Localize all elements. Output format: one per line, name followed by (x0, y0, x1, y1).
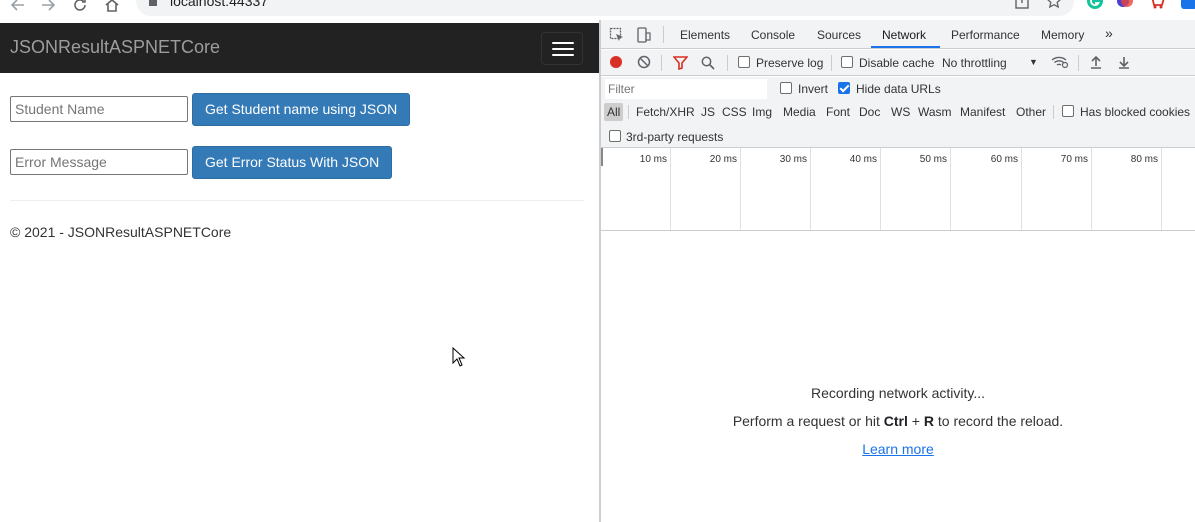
type-filter-ws[interactable]: WS (891, 105, 910, 119)
navbar-toggle-button[interactable] (541, 32, 583, 65)
hamburger-icon (552, 42, 574, 44)
active-tab-indicator (871, 46, 940, 48)
tab-sources[interactable]: Sources (817, 28, 861, 42)
url-text: localhost:44337 (170, 0, 269, 9)
tab-console[interactable]: Console (751, 28, 795, 42)
extension-icon[interactable] (1148, 0, 1166, 10)
network-overview-timeline[interactable]: 10 ms 20 ms 30 ms 40 ms 50 ms 60 ms 70 m… (601, 148, 1195, 231)
extension-icon[interactable] (1116, 0, 1134, 10)
inspect-element-icon[interactable] (609, 27, 625, 43)
export-har-icon[interactable] (1117, 55, 1131, 69)
tab-performance[interactable]: Performance (951, 28, 1020, 42)
preserve-log-checkbox[interactable] (738, 56, 750, 68)
tab-network[interactable]: Network (882, 28, 926, 42)
type-filter-font[interactable]: Font (826, 105, 850, 119)
filter-bar: Filter Invert Hide data URLs All Fetch/X… (601, 77, 1195, 148)
timeline-tick-label: 10 ms (639, 154, 667, 165)
get-error-status-button[interactable]: Get Error Status With JSON (192, 146, 393, 179)
timeline-tick-label: 80 ms (1130, 154, 1158, 165)
tab-elements[interactable]: Elements (680, 28, 730, 42)
device-toolbar-icon[interactable] (635, 27, 651, 43)
recording-status: Recording network activity... (810, 385, 986, 401)
third-party-label: 3rd-party requests (626, 130, 724, 144)
address-bar[interactable] (136, 0, 1074, 16)
brand-link[interactable]: JSONResultASPNETCore (10, 37, 220, 58)
type-filter-css[interactable]: CSS (722, 105, 747, 119)
tab-memory[interactable]: Memory (1041, 28, 1084, 42)
timeline-tick-label: 60 ms (990, 154, 1018, 165)
invert-checkbox[interactable] (780, 82, 792, 94)
navbar: JSONResultASPNETCore (0, 23, 599, 73)
type-filter-img[interactable]: Img (752, 105, 772, 119)
disable-cache-label: Disable cache (859, 56, 935, 70)
record-icon[interactable] (609, 55, 623, 69)
type-filter-fetch-xhr[interactable]: Fetch/XHR (636, 105, 695, 119)
reload-icon[interactable] (70, 0, 90, 15)
has-blocked-cookies-checkbox[interactable] (1062, 105, 1074, 117)
type-filter-manifest[interactable]: Manifest (960, 105, 1005, 119)
star-icon[interactable] (1046, 0, 1062, 9)
network-toolbar: Preserve log Disable cache No throttling… (601, 50, 1195, 76)
filter-icon[interactable] (673, 56, 688, 70)
invert-label: Invert (798, 82, 829, 96)
type-filter-wasm[interactable]: Wasm (918, 105, 952, 119)
browser-toolbar: localhost:44337 (0, 0, 1195, 20)
filter-input[interactable]: Filter (605, 79, 767, 99)
type-filter-all[interactable]: All (604, 103, 624, 121)
key-ctrl: Ctrl (883, 413, 908, 429)
devtools-tabbar: Elements Console Sources Network Perform… (601, 20, 1195, 49)
mouse-cursor-icon (452, 347, 466, 367)
back-icon[interactable] (8, 0, 28, 15)
home-icon[interactable] (102, 0, 122, 15)
devtools-panel: Elements Console Sources Network Perform… (601, 20, 1195, 522)
hide-data-urls-checkbox[interactable] (838, 82, 850, 94)
chevron-down-icon: ▼ (1029, 57, 1038, 67)
disable-cache-checkbox[interactable] (841, 56, 853, 68)
timeline-tick-label: 30 ms (779, 154, 807, 165)
forward-icon[interactable] (38, 0, 58, 15)
type-filter-media[interactable]: Media (783, 105, 816, 119)
more-tabs-icon[interactable]: » (1105, 25, 1113, 41)
extension-icon[interactable] (1180, 0, 1195, 10)
lock-icon[interactable] (148, 0, 158, 6)
timeline-tick-label: 50 ms (919, 154, 947, 165)
timeline-tick-label: 70 ms (1060, 154, 1088, 165)
type-filter-doc[interactable]: Doc (859, 105, 880, 119)
type-filter-other[interactable]: Other (1016, 105, 1046, 119)
preserve-log-label: Preserve log (756, 56, 824, 70)
web-page: JSONResultASPNETCore Student Name Get St… (0, 20, 599, 522)
import-har-icon[interactable] (1089, 55, 1103, 69)
reload-hint: Perform a request or hit Ctrl + R to rec… (732, 413, 1064, 429)
network-conditions-icon[interactable] (1051, 55, 1069, 69)
throttling-select[interactable]: No throttling (942, 56, 1007, 70)
learn-more-link[interactable]: Learn more (862, 441, 934, 457)
type-filter-js[interactable]: JS (701, 105, 715, 119)
grammarly-icon[interactable] (1086, 0, 1104, 10)
student-name-input[interactable]: Student Name (10, 96, 188, 122)
get-student-button[interactable]: Get Student name using JSON (192, 93, 411, 126)
timeline-tick-label: 20 ms (709, 154, 737, 165)
divider-line (10, 200, 584, 201)
share-icon[interactable] (1014, 0, 1030, 9)
footer-text: © 2021 - JSONResultASPNETCore (10, 224, 232, 240)
hide-data-urls-label: Hide data URLs (856, 82, 941, 96)
has-blocked-cookies-label: Has blocked cookies (1080, 105, 1191, 119)
clear-icon[interactable] (637, 55, 651, 69)
error-message-input[interactable]: Error Message (10, 149, 188, 175)
search-icon[interactable] (701, 56, 715, 70)
learn-more-row: Learn more (601, 441, 1195, 457)
timeline-tick-label: 40 ms (849, 154, 877, 165)
key-r: R (923, 413, 934, 429)
third-party-checkbox[interactable] (609, 130, 621, 142)
